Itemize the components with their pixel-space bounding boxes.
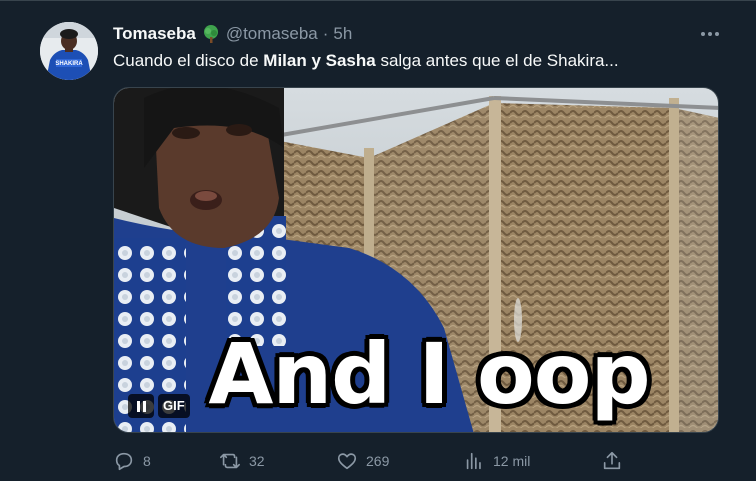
tweet-text-after: salga antes que el de Shakira... xyxy=(375,51,619,70)
separator-dot: · xyxy=(322,24,329,43)
like-count: 269 xyxy=(366,453,390,469)
author-handle[interactable]: @tomaseba xyxy=(226,24,318,44)
avatar[interactable]: SHAKIRA xyxy=(40,22,98,80)
pause-icon[interactable] xyxy=(128,394,154,418)
timestamp[interactable]: 5h xyxy=(333,24,352,44)
action-bar: 8 32 269 12 mil xyxy=(113,446,633,476)
retweet-count: 32 xyxy=(249,453,265,469)
avatar-image: SHAKIRA xyxy=(40,22,98,80)
reply-icon xyxy=(115,452,133,471)
tweet-header: Tomaseba @tomaseba · 5h xyxy=(113,24,352,44)
gif-controls: GIF xyxy=(128,394,190,418)
share-icon xyxy=(603,451,621,470)
tweet-text: Cuando el disco de Milan y Sasha salga a… xyxy=(113,50,619,72)
views-icon xyxy=(466,452,481,470)
more-options-icon[interactable] xyxy=(696,22,724,46)
gif-media[interactable]: And I oop GIF xyxy=(113,87,719,433)
tree-icon xyxy=(201,24,221,44)
reply-count: 8 xyxy=(143,453,151,469)
share-button[interactable] xyxy=(601,446,623,476)
avatar-jersey-text: SHAKIRA xyxy=(55,61,83,67)
views-button[interactable]: 12 mil xyxy=(463,446,530,476)
gif-caption: And I oop xyxy=(208,325,650,423)
retweet-button[interactable]: 32 xyxy=(219,446,265,476)
reply-button[interactable]: 8 xyxy=(113,446,151,476)
tweet-text-bold: Milan y Sasha xyxy=(263,51,376,70)
tweet-text-before: Cuando el disco de xyxy=(113,51,264,70)
views-count: 12 mil xyxy=(493,453,531,469)
tweet[interactable]: SHAKIRA Tomaseba @tomaseba · 5h Cuando e… xyxy=(0,0,756,481)
heart-icon xyxy=(337,453,357,470)
retweet-icon xyxy=(220,453,240,469)
like-button[interactable]: 269 xyxy=(336,446,389,476)
gif-badge: GIF xyxy=(158,394,190,418)
author-name[interactable]: Tomaseba xyxy=(113,24,196,44)
